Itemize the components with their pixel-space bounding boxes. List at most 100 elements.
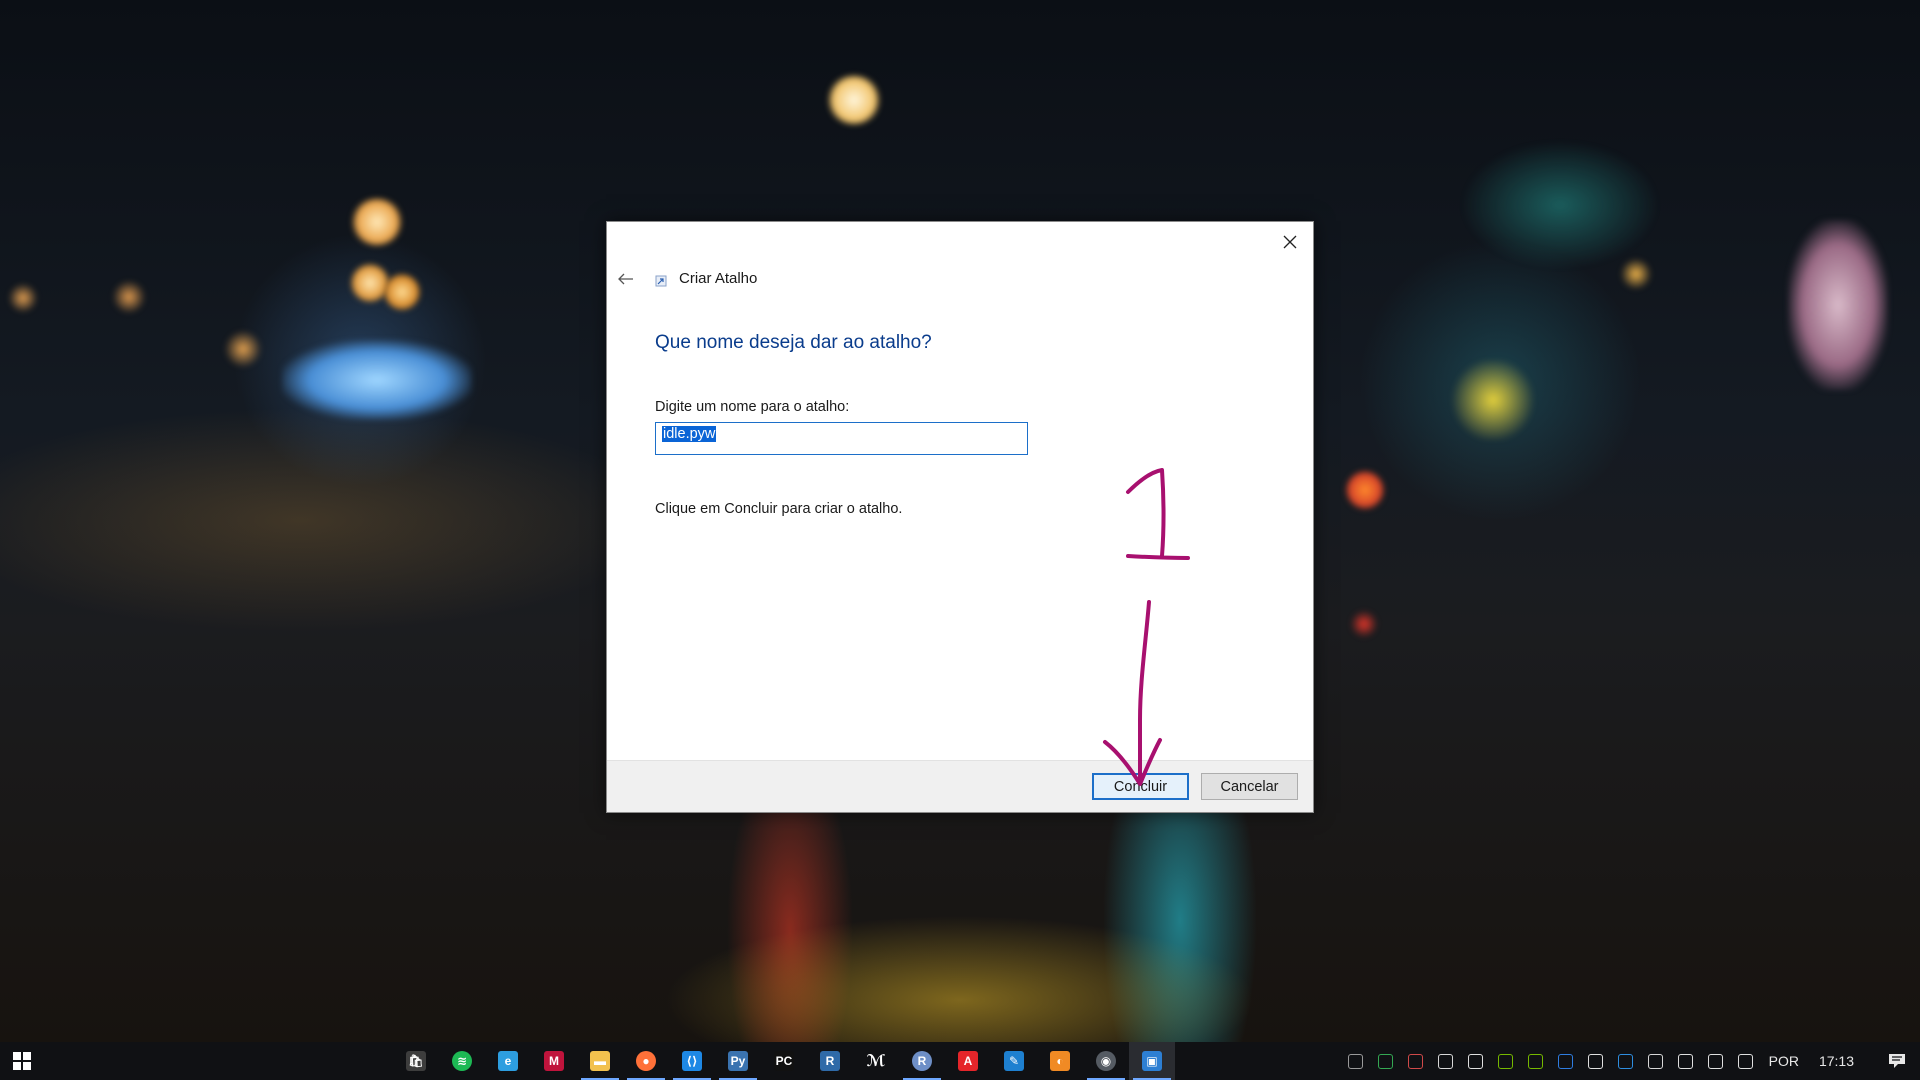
taskbar-app-vscode[interactable]: ⟨⟩ [669,1042,715,1080]
taskbar-app-edge[interactable]: e [485,1042,531,1080]
microphone-icon [1468,1053,1484,1069]
clock[interactable]: 17:13 [1813,1042,1874,1080]
battery-tray-item[interactable] [1671,1042,1701,1080]
tray-icons [1341,1042,1761,1080]
input-language[interactable]: POR [1761,1042,1813,1080]
taskbar-app-acrobat[interactable]: A [945,1042,991,1080]
taskbar-app-blender[interactable]: ◐ [1037,1042,1083,1080]
chat-icon [1438,1053,1454,1069]
usb-tray-item[interactable] [1581,1042,1611,1080]
network-icon [1708,1053,1724,1069]
taskbar-app-notepad[interactable]: ✎ [991,1042,1037,1080]
mendeley-icon: M [544,1051,564,1071]
start-button[interactable] [0,1042,44,1080]
onedrive-icon [1618,1053,1634,1069]
onedrive-sync-icon [1648,1053,1664,1069]
street-light-bokeh [350,198,404,246]
microphone-tray-item[interactable] [1461,1042,1491,1080]
nvidia-tray-icon [1498,1053,1514,1069]
taskbar-app-obs[interactable]: ◉ [1083,1042,1129,1080]
taskbar-app-firefox[interactable]: ● [623,1042,669,1080]
taskbar-app-spotify[interactable]: ≋ [439,1042,485,1080]
photos-icon: ▣ [1142,1051,1162,1071]
close-icon [1283,235,1297,249]
cancel-button[interactable]: Cancelar [1201,773,1298,800]
shortcut-name-label: Digite um nome para o atalho: [655,399,850,415]
taskbar-app-pycharm[interactable]: PC [761,1042,807,1080]
chat-tray-item[interactable] [1431,1042,1461,1080]
taskbar-app-visual-studio[interactable]: ℳ [853,1042,899,1080]
notepad-icon: ✎ [1004,1051,1024,1071]
taskbar-app-rstudio[interactable]: R [807,1042,853,1080]
street-light-bokeh [112,280,146,314]
create-shortcut-dialog: Criar Atalho Que nome deseja dar ao atal… [606,221,1314,813]
bluetooth-icon [1558,1053,1574,1069]
obs-tray-icon [1348,1053,1364,1069]
rstudio-icon: R [820,1051,840,1071]
taskbar-app-photos[interactable]: ▣ [1129,1042,1175,1080]
selected-text: idle.pyw [662,426,717,442]
google-drive-tray-item[interactable] [1371,1042,1401,1080]
onedrive-sync-tray-item[interactable] [1641,1042,1671,1080]
spotify-icon: ≋ [452,1051,472,1071]
windows-logo-icon [13,1052,31,1070]
antivirus-tray-item[interactable] [1401,1042,1431,1080]
street-light-bokeh [826,75,882,125]
taskbar-app-python[interactable]: Py [715,1042,761,1080]
notification-center-button[interactable] [1874,1042,1920,1080]
battery-icon [1678,1053,1694,1069]
finish-button[interactable]: Concluir [1092,773,1189,800]
dialog-title: Criar Atalho [679,270,758,287]
file-explorer-icon: ▬ [590,1051,610,1071]
finish-hint: Clique em Concluir para criar o atalho. [655,501,903,517]
taskbar-app-mendeley[interactable]: M [531,1042,577,1080]
nvidia-tray-item[interactable] [1521,1042,1551,1080]
dialog-footer: Concluir Cancelar [607,760,1313,812]
firefox-icon: ● [636,1051,656,1071]
shortcut-icon [655,275,667,287]
shortcut-name-input[interactable]: idle.pyw [655,422,1028,455]
main-instruction: Que nome deseja dar ao atalho? [655,332,932,353]
obs-icon: ◉ [1096,1051,1116,1071]
sign-glow [1788,220,1888,390]
system-tray: POR 17:13 [1341,1042,1920,1080]
taskbar-app-file-explorer[interactable]: ▬ [577,1042,623,1080]
notification-icon [1889,1054,1905,1068]
visual-studio-icon: ℳ [866,1053,886,1070]
street-light-bokeh [224,330,262,368]
store-icon: 🛍 [406,1051,426,1071]
street-light-bokeh [8,283,38,313]
acrobat-icon: A [958,1051,978,1071]
close-button[interactable] [1275,228,1305,256]
back-button[interactable] [613,268,639,290]
pinned-apps: 🛍 ≋ e M ▬ ● ⟨⟩ Py PC R ℳ R A ✎ ◐ ◉ ▣ [393,1042,1175,1080]
teal-light-glow [1460,140,1660,270]
pycharm-icon: PC [774,1051,794,1071]
nvidia-icon [1528,1053,1544,1069]
street-light-bokeh [1620,258,1652,290]
traffic-light-bokeh [1350,610,1378,638]
vscode-icon: ⟨⟩ [682,1051,702,1071]
street-light-bokeh [383,273,421,311]
traffic-light-bokeh [1345,470,1385,510]
edge-icon: e [498,1051,518,1071]
python-icon: Py [728,1051,748,1071]
back-arrow-icon [618,273,633,285]
google-drive-icon [1378,1053,1394,1069]
usb-icon [1588,1053,1604,1069]
taskbar-app-r[interactable]: R [899,1042,945,1080]
network-tray-item[interactable] [1701,1042,1731,1080]
blender-icon: ◐ [1050,1051,1070,1071]
onedrive-tray-item[interactable] [1611,1042,1641,1080]
road-sign-glow [1448,360,1538,440]
nvidia-tray-tray-item[interactable] [1491,1042,1521,1080]
volume-icon [1738,1053,1754,1069]
bluetooth-tray-item[interactable] [1551,1042,1581,1080]
r-icon: R [912,1051,932,1071]
antivirus-icon [1408,1053,1424,1069]
obs-tray-tray-item[interactable] [1341,1042,1371,1080]
taskbar-app-store[interactable]: 🛍 [393,1042,439,1080]
taskbar: 🛍 ≋ e M ▬ ● ⟨⟩ Py PC R ℳ R A ✎ ◐ ◉ ▣ POR 17:13 [0,1042,1920,1080]
volume-tray-item[interactable] [1731,1042,1761,1080]
billboard-glow [282,340,472,420]
